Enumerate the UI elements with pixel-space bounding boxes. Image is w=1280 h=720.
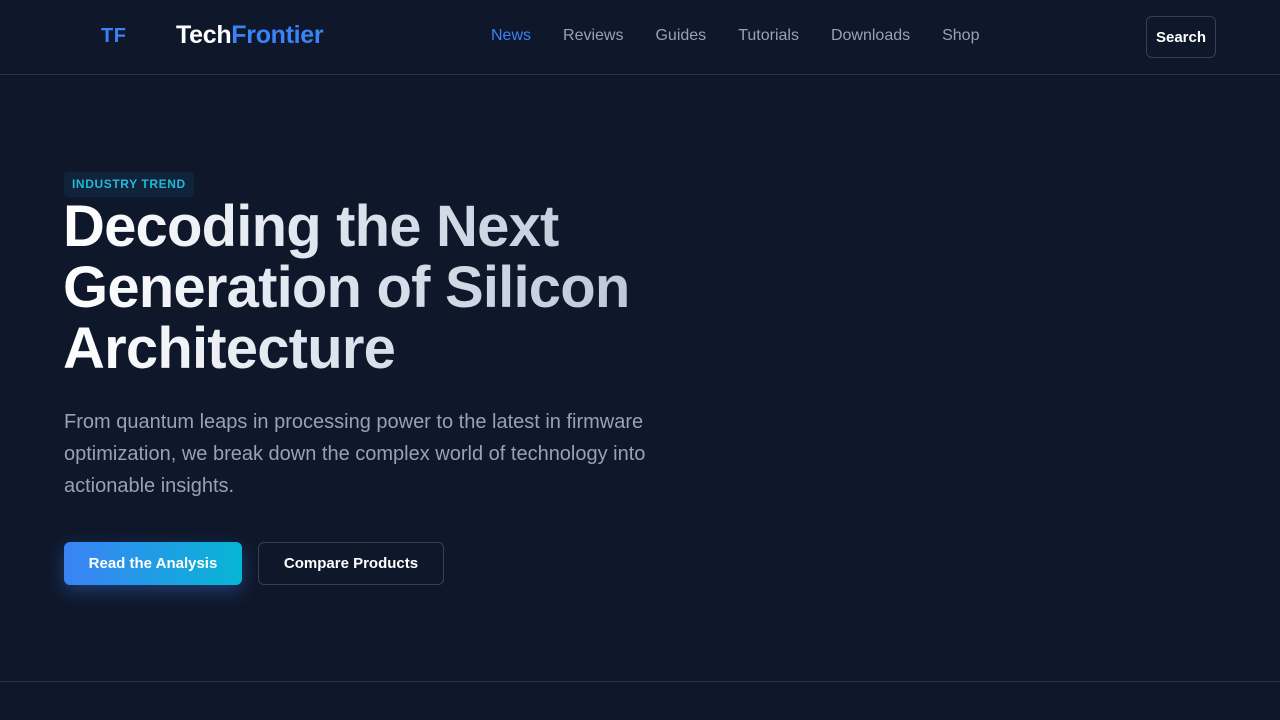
nav-item-shop[interactable]: Shop	[942, 27, 979, 45]
logo-mark[interactable]: TF	[101, 25, 126, 48]
nav-item-reviews[interactable]: Reviews	[563, 27, 623, 45]
main-nav: News Reviews Guides Tutorials Downloads …	[491, 27, 979, 45]
hero-headline: Decoding the Next Generation of Silicon …	[63, 196, 703, 379]
nav-item-news[interactable]: News	[491, 27, 531, 45]
search-button[interactable]: Search	[1146, 16, 1216, 58]
nav-item-tutorials[interactable]: Tutorials	[738, 27, 799, 45]
logo-text-part2: Frontier	[231, 21, 324, 49]
nav-item-downloads[interactable]: Downloads	[831, 27, 910, 45]
site-header: TF TechFrontier News Reviews Guides Tuto…	[0, 0, 1280, 75]
nav-item-guides[interactable]: Guides	[655, 27, 706, 45]
logo-text-part1: Tech	[176, 21, 232, 49]
hero-subtitle: From quantum leaps in processing power t…	[64, 411, 646, 497]
compare-products-button[interactable]: Compare Products	[258, 542, 444, 585]
read-analysis-button[interactable]: Read the Analysis	[64, 542, 242, 585]
section-divider	[0, 681, 1280, 682]
site-logo[interactable]: TechFrontier	[176, 21, 324, 50]
